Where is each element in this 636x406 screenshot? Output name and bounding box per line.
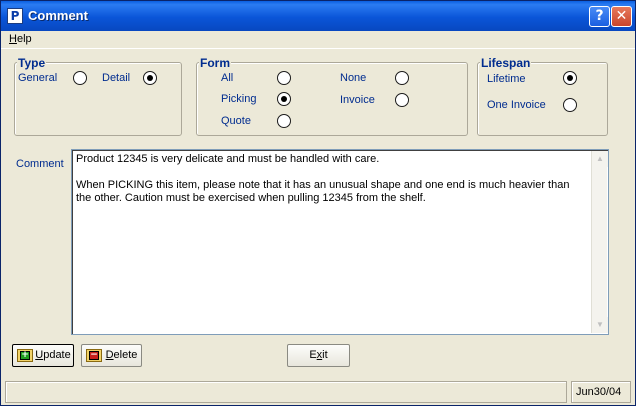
folder-delete-icon: −	[86, 349, 102, 362]
type-detail-radio[interactable]	[143, 71, 157, 85]
window-title: Comment	[28, 8, 88, 23]
menu-help-rest: elp	[16, 33, 32, 45]
menu-bar: Help	[1, 31, 635, 49]
comment-window: P Comment ? ✕ Help Type General Detail F…	[0, 0, 636, 406]
delete-button[interactable]: − Delete	[81, 344, 142, 367]
form-all-label: All	[221, 72, 234, 84]
status-panel-main	[5, 381, 567, 403]
type-group-title: Type	[17, 56, 47, 70]
comment-line-1: Product 12345 is very delicate and must …	[76, 153, 380, 165]
comment-line-2: When PICKING this item, please note that…	[76, 179, 573, 204]
remove-badge-icon: −	[89, 350, 99, 360]
comment-scrollbar[interactable]: ▲ ▼	[591, 151, 608, 333]
scroll-down-icon[interactable]: ▼	[592, 317, 608, 333]
form-picking-label: Picking	[221, 93, 257, 105]
lifespan-group-title: Lifespan	[480, 56, 532, 70]
add-badge-icon: +	[20, 350, 30, 360]
comment-textarea[interactable]: Product 12345 is very delicate and must …	[71, 149, 609, 335]
form-all-radio[interactable]	[277, 71, 291, 85]
exit-button[interactable]: Exit	[287, 344, 350, 367]
lifespan-lifetime-label: Lifetime	[487, 73, 526, 85]
update-mnemonic: U	[35, 349, 44, 361]
menu-help[interactable]: Help	[9, 33, 32, 45]
comment-blank-line	[76, 166, 604, 179]
form-group-title: Form	[199, 56, 231, 70]
app-icon: P	[7, 8, 23, 24]
delete-rest: elete	[113, 349, 138, 361]
update-button[interactable]: + Update	[12, 344, 74, 367]
update-rest: pdate	[43, 349, 71, 361]
form-none-label: None	[340, 72, 367, 84]
status-panel-date: Jun30/04	[571, 381, 631, 403]
title-bar[interactable]: P Comment ? ✕	[1, 1, 635, 31]
form-invoice-radio[interactable]	[395, 93, 409, 107]
type-detail-label: Detail	[102, 72, 131, 84]
lifespan-one-invoice-radio[interactable]	[563, 98, 577, 112]
comment-label: Comment	[16, 158, 64, 170]
status-bar: Jun30/04	[5, 381, 633, 403]
close-button[interactable]: ✕	[611, 6, 632, 27]
form-quote-label: Quote	[221, 115, 251, 127]
type-general-radio[interactable]	[73, 71, 87, 85]
lifespan-lifetime-radio[interactable]	[563, 71, 577, 85]
type-general-label: General	[18, 72, 58, 84]
exit-first: E	[309, 349, 317, 361]
menu-help-mnemonic: H	[9, 33, 17, 45]
form-none-radio[interactable]	[395, 71, 409, 85]
delete-mnemonic: D	[105, 349, 114, 361]
help-button[interactable]: ?	[589, 6, 610, 27]
form-picking-radio[interactable]	[277, 92, 291, 106]
exit-rest: it	[322, 349, 328, 361]
scroll-up-icon[interactable]: ▲	[592, 151, 608, 167]
status-date: Jun30/04	[576, 386, 622, 398]
form-quote-radio[interactable]	[277, 114, 291, 128]
folder-add-icon: +	[17, 349, 33, 362]
form-invoice-label: Invoice	[340, 94, 375, 106]
lifespan-one-invoice-label: One Invoice	[487, 99, 546, 111]
